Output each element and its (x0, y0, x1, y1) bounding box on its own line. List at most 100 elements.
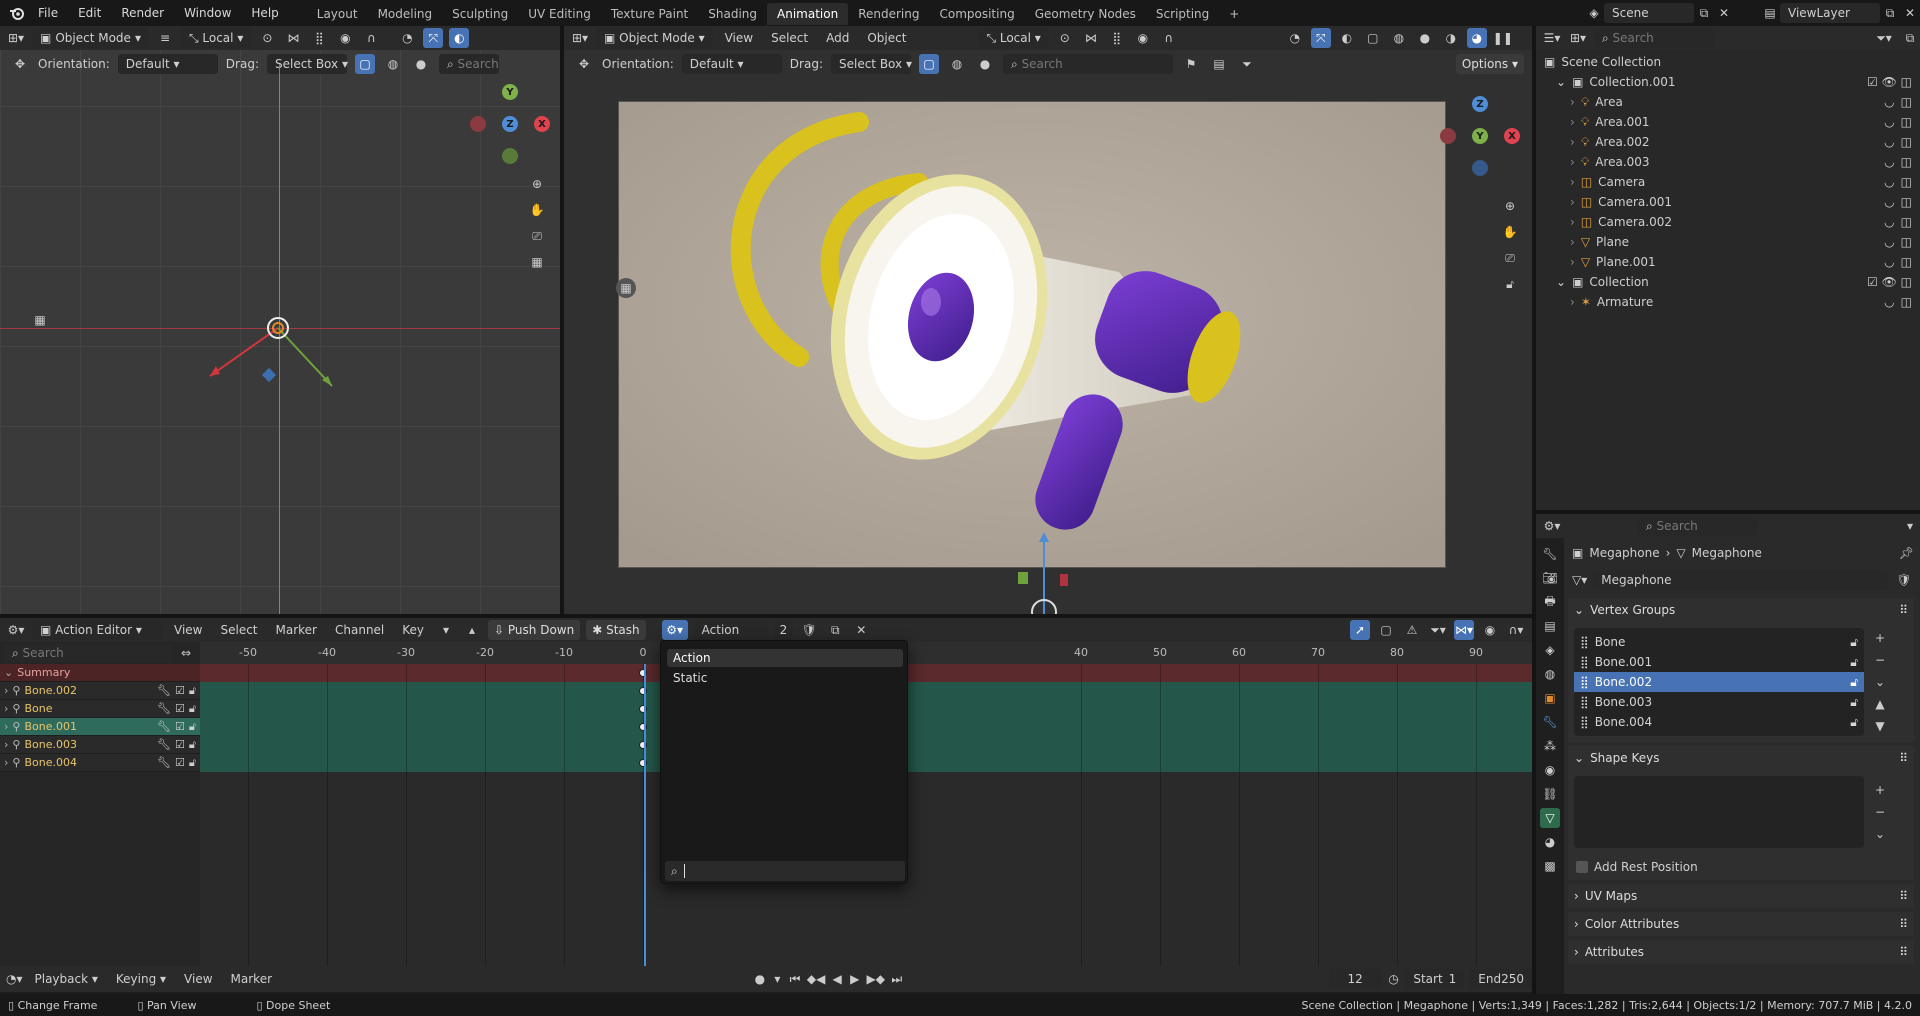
remove-shape-key-icon[interactable]: − (1870, 802, 1890, 822)
new-view-layer-icon[interactable]: ⧉ (1880, 3, 1900, 23)
show-hidden-icon[interactable]: ▢ (1376, 620, 1396, 640)
end-frame-field[interactable]: End 250 (1470, 969, 1533, 989)
menu-add[interactable]: Add (820, 31, 855, 45)
lock-icon[interactable]: 🔓︎ (189, 754, 196, 772)
z-axis-icon[interactable]: Z (502, 116, 518, 132)
outliner-item-row[interactable]: › 💡︎ Area ◡ ◫ (1536, 92, 1920, 112)
proportional-edit-icon[interactable]: ◉ (1480, 620, 1500, 640)
shape-keys-panel-header[interactable]: ⌄ Shape Keys ⠿ (1568, 746, 1914, 770)
tab-geometry-nodes[interactable]: Geometry Nodes (1025, 3, 1146, 25)
lock-icon[interactable]: 🔓︎ (1850, 652, 1858, 672)
camera-icon[interactable]: ◫ (1901, 112, 1912, 132)
play-reverse-icon[interactable]: ◀ (831, 969, 843, 989)
camera-mode-selector[interactable]: ▣ Object Mode ▾ (596, 28, 713, 48)
bookmark-icon[interactable]: ⚑ (1181, 54, 1201, 74)
output-tab-icon[interactable]: 🖶︎ (1540, 592, 1560, 612)
fake-user-icon[interactable]: 🛡︎ (1894, 570, 1914, 590)
tab-layout[interactable]: Layout (307, 3, 368, 25)
remove-vertex-group-icon[interactable]: − (1870, 650, 1890, 670)
move-tool-icon[interactable]: ✥ (10, 54, 30, 74)
menu-view[interactable]: View (719, 31, 759, 45)
collection-row[interactable]: ⌄ ▣ Collection.001 ☑ 👁︎ ◫ (1536, 72, 1920, 92)
camera-view-icon[interactable]: ⎚ (1500, 248, 1520, 268)
chevron-right-icon[interactable]: › (4, 736, 8, 754)
eye-icon[interactable]: ◡ (1884, 112, 1894, 132)
bone-channel[interactable]: › ⚲ Bone.001 🔧︎ ☑ 🔓︎ (0, 718, 200, 736)
lock-icon[interactable]: 🔓︎ (189, 700, 196, 718)
y-axis-icon[interactable]: Y (502, 84, 518, 100)
bone-channel[interactable]: › ⚲ Bone.004 🔧︎ ☑ 🔓︎ (0, 754, 200, 772)
camera-icon[interactable]: ◫ (1901, 252, 1912, 272)
outliner-item-row[interactable]: › ◫ Camera.001 ◡ ◫ (1536, 192, 1920, 212)
checkbox-icon[interactable]: ☑ (1867, 272, 1878, 292)
add-vertex-group-icon[interactable]: + (1870, 628, 1890, 648)
layer-prev-icon[interactable]: ▾ (436, 620, 456, 640)
shading-solid-icon[interactable]: ● (975, 54, 995, 74)
tab-uv-editing[interactable]: UV Editing (518, 3, 601, 25)
shading-solid-icon[interactable]: ● (411, 54, 431, 74)
new-scene-icon[interactable]: ⧉ (1694, 3, 1714, 23)
menu-key[interactable]: Key (396, 623, 430, 637)
camera-icon[interactable]: ◫ (1901, 232, 1912, 252)
xray-icon[interactable]: ▢ (1363, 28, 1383, 48)
chevron-right-icon[interactable]: › (4, 700, 8, 718)
chevron-right-icon[interactable]: › (1570, 172, 1575, 192)
eye-icon[interactable]: ◡ (1884, 252, 1894, 272)
outliner-search-field[interactable]: ⌕ Search (1594, 28, 1714, 48)
keying-set-icon[interactable]: ▾ (772, 969, 784, 989)
lock-icon[interactable]: 🔓︎ (1850, 712, 1858, 732)
push-down-button[interactable]: ⇩ Push Down (488, 620, 581, 640)
drag-handle-icon[interactable]: ⠿ (1899, 884, 1908, 908)
render-tab-icon[interactable]: 📷︎ (1540, 568, 1560, 588)
prev-keyframe-icon[interactable]: ◆◀ (807, 969, 825, 989)
checkbox-icon[interactable]: ☑ (175, 682, 185, 700)
pivot-icon[interactable]: ⊙ (1055, 28, 1075, 48)
view-layer-tab-icon[interactable]: ▤ (1540, 616, 1560, 636)
properties-search-field[interactable]: ⌕ Search (1638, 516, 1758, 536)
options-button[interactable]: Options ▾ (1455, 54, 1524, 74)
add-rest-position-checkbox[interactable] (1576, 861, 1588, 873)
add-workspace-icon[interactable]: + (1219, 3, 1249, 25)
new-collection-icon[interactable]: ⧉ (1900, 28, 1920, 48)
gizmo-icon[interactable]: ⤧ (423, 28, 444, 48)
y-axis-icon[interactable]: Y (1472, 128, 1488, 144)
tab-compositing[interactable]: Compositing (929, 3, 1024, 25)
wrench-icon[interactable]: 🔧︎ (157, 700, 171, 718)
camera-icon[interactable]: ◫ (1901, 72, 1912, 92)
chevron-right-icon[interactable]: › (4, 754, 8, 772)
checkbox-icon[interactable]: ☑ (1867, 72, 1878, 92)
vertex-group-item[interactable]: ⣿ Bone 🔓︎ (1574, 632, 1864, 652)
dropdown-search-field[interactable]: ⌕ (665, 861, 905, 881)
eye-icon[interactable]: 👁︎ (1882, 272, 1897, 292)
orientation-selector[interactable]: Default ▾ (117, 54, 218, 74)
summary-channel[interactable]: ⌄ Summary (0, 664, 200, 682)
chevron-down-icon[interactable]: ▾ (1900, 516, 1920, 536)
mesh-name-field[interactable]: Megaphone (1593, 570, 1888, 590)
only-selected-icon[interactable]: ➚ (1350, 620, 1370, 640)
wrench-icon[interactable]: 🔧︎ (157, 754, 171, 772)
action-name-field[interactable]: Action (693, 620, 768, 640)
chevron-right-icon[interactable]: › (1570, 212, 1575, 232)
drag-handle-icon[interactable]: ⠿ (1899, 940, 1908, 964)
dropdown-item-static[interactable]: Static (667, 669, 903, 687)
wrench-icon[interactable]: 🔧︎ (157, 736, 171, 754)
select-mode-icon[interactable]: ▢ (918, 54, 939, 74)
auto-snap-icon[interactable]: ⋈▾ (1454, 620, 1474, 640)
data-tab-icon[interactable]: ▽ (1540, 808, 1560, 828)
neg-x-axis-icon[interactable] (1440, 128, 1456, 144)
checkbox-icon[interactable]: ☑ (175, 700, 185, 718)
move-tool-icon[interactable]: ✥ (574, 54, 594, 74)
vertex-groups-panel-header[interactable]: ⌄ Vertex Groups ⠿ (1568, 598, 1914, 622)
scene-selector[interactable]: ◈ Scene ⧉ ✕ (1584, 3, 1734, 23)
lock-icon[interactable]: 🔓︎ (189, 736, 196, 754)
swap-icon[interactable]: ⇔ (176, 644, 196, 662)
dopesheet-mode-selector[interactable]: ▣ Action Editor ▾ (32, 620, 162, 640)
tab-shading[interactable]: Shading (698, 3, 767, 25)
visibility-icon[interactable]: ◔ (1285, 28, 1305, 48)
channel-search-field[interactable]: ⌕ Search (4, 644, 172, 662)
new-action-icon[interactable]: ⧉ (825, 620, 845, 640)
outliner-item-row[interactable]: › 💡︎ Area.002 ◡ ◫ (1536, 132, 1920, 152)
checkbox-icon[interactable]: ☑ (175, 736, 185, 754)
camera-viewport[interactable]: ⊞▾ ▣ Object Mode ▾ View Select Add Objec… (564, 26, 1532, 614)
falloff-icon[interactable]: ∩▾ (1506, 620, 1526, 640)
